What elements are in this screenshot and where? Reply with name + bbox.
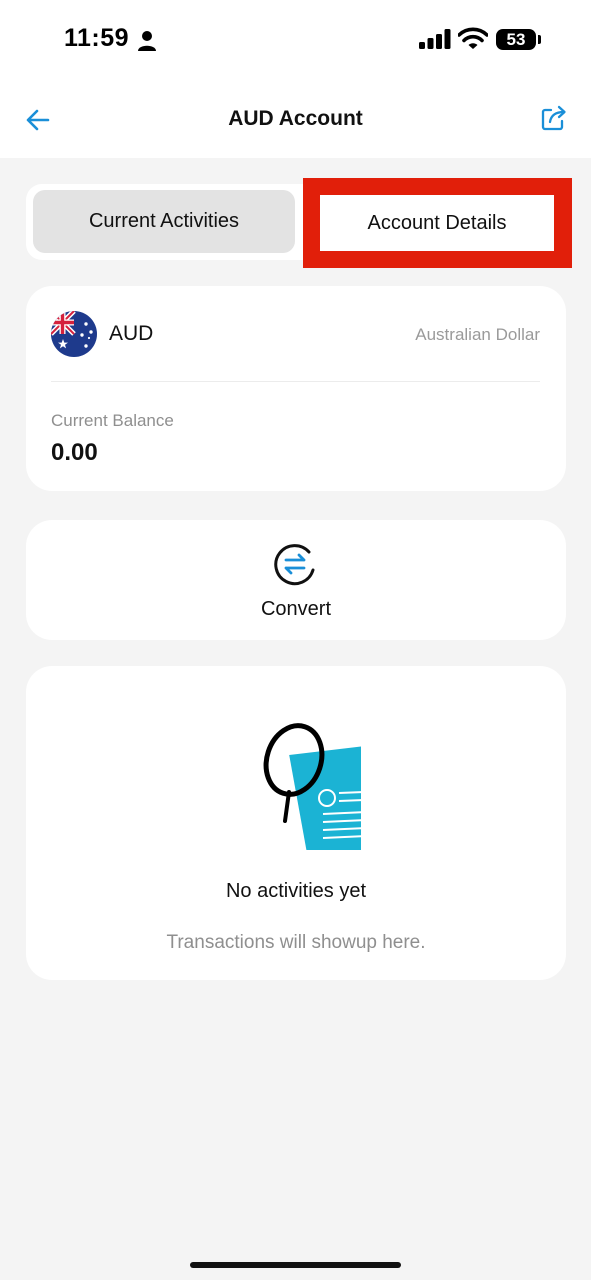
empty-state-subtitle: Transactions will showup here.	[166, 932, 426, 953]
home-indicator	[190, 1262, 401, 1268]
tab-account-details[interactable]: Account Details	[320, 195, 554, 251]
convert-icon	[274, 544, 315, 586]
balance-card: AUD Australian Dollar Current Balance 0.…	[26, 286, 566, 491]
convert-label: Convert	[260, 598, 332, 620]
signal-icon	[419, 29, 451, 49]
currency-code: AUD	[109, 322, 154, 345]
activities-empty-state: No activities yet Transactions will show…	[26, 666, 566, 980]
divider	[51, 381, 540, 382]
australia-flag-icon	[51, 311, 97, 357]
magnifier-document-illustration	[263, 723, 361, 850]
person-icon	[138, 31, 156, 51]
status-time: 11:59	[64, 24, 130, 52]
page-title: AUD Account	[228, 107, 363, 130]
tab-current-activities[interactable]: Current Activities	[33, 190, 295, 253]
convert-button[interactable]: Convert	[26, 520, 566, 640]
balance-value: 0.00	[51, 439, 98, 466]
currency-name: Australian Dollar	[415, 325, 540, 344]
empty-state-title: No activities yet	[225, 880, 367, 902]
balance-label: Current Balance	[51, 411, 174, 430]
battery-icon: 53	[496, 29, 536, 50]
battery-tip	[538, 35, 541, 44]
share-icon[interactable]	[540, 104, 568, 132]
wifi-icon	[458, 27, 488, 49]
